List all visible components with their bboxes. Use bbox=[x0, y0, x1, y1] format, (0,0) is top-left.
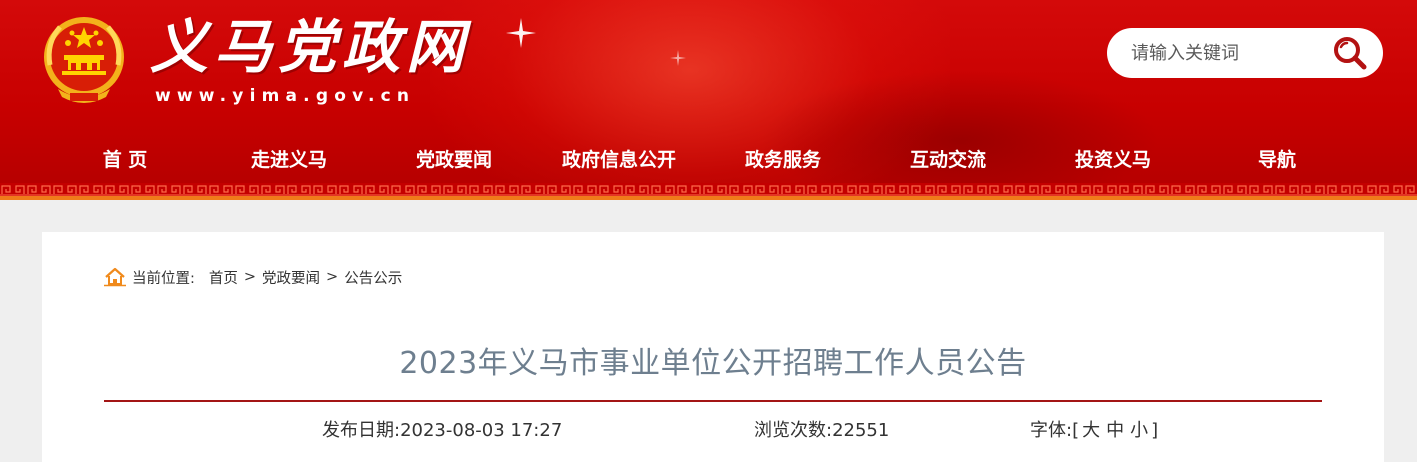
search-box bbox=[1107, 28, 1383, 78]
sparkle-small-icon bbox=[670, 50, 686, 66]
site-header: 义马党政网 www.yima.gov.cn 首 页 走进义马 党政要闻 政府信息… bbox=[0, 0, 1417, 200]
breadcrumb-home-link[interactable]: 首页 bbox=[209, 267, 238, 288]
site-url: www.yima.gov.cn bbox=[155, 86, 416, 106]
header-shade bbox=[760, 70, 1160, 200]
home-icon bbox=[104, 267, 126, 287]
font-size-label: 字体:[ bbox=[1030, 420, 1080, 441]
publish-date: 发布日期:2023-08-03 17:27 bbox=[322, 420, 563, 441]
font-large-button[interactable]: 大 bbox=[1082, 420, 1100, 441]
nav-item-about-yima[interactable]: 走进义马 bbox=[251, 140, 327, 180]
main-nav: 首 页 走进义马 党政要闻 政府信息公开 政务服务 互动交流 投资义马 导航 bbox=[0, 140, 1417, 180]
breadcrumb-party-news-link[interactable]: 党政要闻 bbox=[262, 267, 320, 288]
national-emblem-icon[interactable] bbox=[40, 13, 128, 105]
view-count: 浏览次数:22551 bbox=[754, 420, 890, 441]
nav-item-investment[interactable]: 投资义马 bbox=[1075, 140, 1151, 180]
title-divider bbox=[104, 400, 1322, 402]
breadcrumb-separator: > bbox=[243, 269, 257, 285]
site-title[interactable]: 义马党政网 bbox=[150, 14, 470, 80]
article-title: 2023年义马市事业单位公开招聘工作人员公告 bbox=[399, 346, 1027, 381]
breadcrumb-separator: > bbox=[326, 269, 339, 285]
article-panel: 当前位置: 首页 > 党政要闻 > 公告公示 2023年义马市事业单位公开招聘工… bbox=[42, 232, 1384, 462]
decorative-pattern-band bbox=[0, 183, 1417, 196]
font-medium-button[interactable]: 中 bbox=[1106, 420, 1124, 441]
nav-item-home[interactable]: 首 页 bbox=[103, 140, 148, 180]
search-input[interactable] bbox=[1131, 40, 1321, 66]
search-icon[interactable] bbox=[1331, 35, 1369, 71]
header-accent-line bbox=[0, 196, 1417, 200]
sparkle-icon bbox=[506, 18, 536, 48]
nav-item-gov-services[interactable]: 政务服务 bbox=[745, 140, 821, 180]
nav-item-party-news[interactable]: 党政要闻 bbox=[416, 140, 492, 180]
nav-item-navigation[interactable]: 导航 bbox=[1258, 140, 1296, 180]
font-size-close-bracket: ] bbox=[1151, 420, 1159, 441]
font-small-button[interactable]: 小 bbox=[1130, 420, 1148, 441]
nav-item-gov-info[interactable]: 政府信息公开 bbox=[562, 140, 676, 180]
breadcrumb-label: 当前位置: bbox=[132, 270, 195, 287]
font-size-control: 字体:[大中小] bbox=[1030, 416, 1158, 442]
breadcrumb: 当前位置: 首页 > 党政要闻 > 公告公示 bbox=[104, 266, 402, 288]
breadcrumb-announcements-link[interactable]: 公告公示 bbox=[344, 267, 402, 288]
nav-item-interaction[interactable]: 互动交流 bbox=[910, 140, 986, 180]
